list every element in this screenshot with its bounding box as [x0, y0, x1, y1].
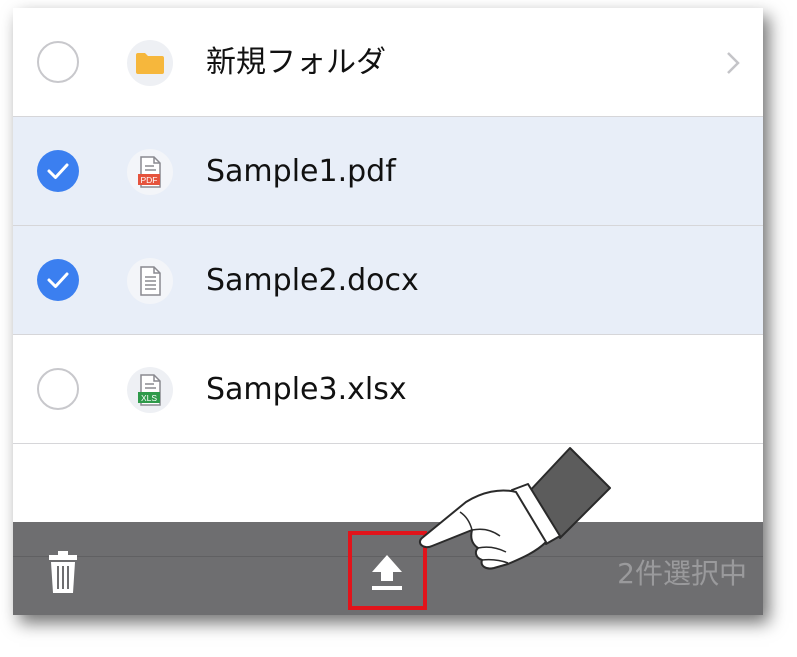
- folder-icon: [127, 40, 173, 86]
- trash-icon[interactable]: [48, 550, 78, 594]
- checkmark-icon: [47, 163, 69, 179]
- svg-text:PDF: PDF: [141, 175, 158, 185]
- file-name: Sample1.pdf: [206, 154, 396, 189]
- selection-checkbox[interactable]: [37, 41, 79, 83]
- svg-text:XLS: XLS: [141, 393, 157, 403]
- selection-count-text: 2件選択中: [617, 557, 747, 590]
- file-row-docx[interactable]: Sample2.docx: [13, 226, 763, 335]
- spreadsheet-file-icon: XLS: [127, 367, 173, 413]
- chevron-right-icon: [727, 52, 740, 74]
- selection-checkbox-checked[interactable]: [37, 150, 79, 192]
- selection-checkbox-checked[interactable]: [37, 259, 79, 301]
- pointing-hand-icon: [418, 447, 611, 570]
- checkmark-icon: [47, 272, 69, 288]
- file-name: Sample2.docx: [206, 263, 419, 298]
- file-list-screen: 新規フォルダ PDF Sample1.pdf Sample2.docx XLS …: [13, 8, 763, 615]
- file-row-xlsx[interactable]: XLS Sample3.xlsx: [13, 335, 763, 444]
- selection-checkbox[interactable]: [37, 368, 79, 410]
- pdf-file-icon: PDF: [127, 149, 173, 195]
- file-row-pdf[interactable]: PDF Sample1.pdf: [13, 117, 763, 226]
- file-name: 新規フォルダ: [206, 45, 386, 80]
- file-row-folder[interactable]: 新規フォルダ: [13, 8, 763, 117]
- file-name: Sample3.xlsx: [206, 372, 407, 407]
- document-icon: [127, 258, 173, 304]
